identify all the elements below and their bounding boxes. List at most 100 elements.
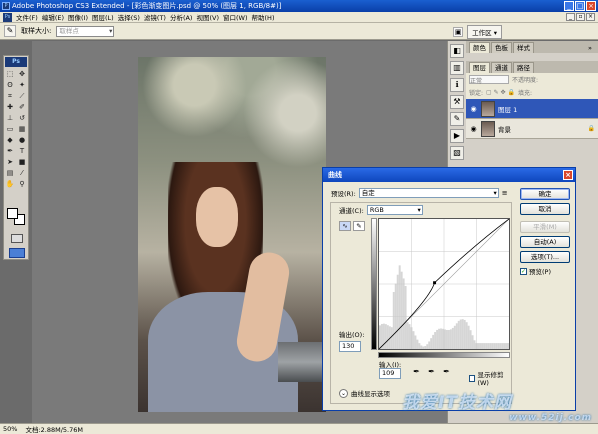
white-point-eyedropper-icon[interactable]: ✒: [441, 366, 452, 377]
layer-row-background[interactable]: ◉ 背景 🔒: [466, 119, 598, 139]
watermark-url: www.52ij.com: [509, 413, 592, 423]
menu-image[interactable]: 图像(I): [68, 12, 88, 22]
move-tool-icon[interactable]: ✥: [17, 69, 28, 79]
tab-color[interactable]: 颜色: [469, 42, 490, 53]
preview-toggle[interactable]: ✓ 预览(P): [520, 266, 570, 276]
menu-filter[interactable]: 滤镜(T): [144, 12, 166, 22]
auto-button[interactable]: 自动(A): [520, 236, 570, 248]
dialog-close-button[interactable]: ×: [563, 170, 573, 180]
shape-tool-icon[interactable]: ■: [17, 157, 28, 167]
gray-point-eyedropper-icon[interactable]: ✒: [426, 366, 437, 377]
menu-select[interactable]: 选择(S): [118, 12, 140, 22]
notes-tool-icon[interactable]: ▤: [5, 168, 16, 178]
preview-checkbox[interactable]: ✓: [520, 267, 527, 275]
foreground-color-swatch[interactable]: [7, 208, 18, 219]
smooth-button[interactable]: 平滑(M): [520, 221, 570, 233]
magic-wand-tool-icon[interactable]: ✦: [17, 80, 28, 90]
output-field[interactable]: 130: [339, 341, 361, 352]
menu-help[interactable]: 帮助(H): [252, 12, 275, 22]
brushes-icon[interactable]: ✎: [450, 112, 464, 126]
doc-close-button[interactable]: ×: [586, 13, 595, 21]
curve-control-point[interactable]: [433, 281, 437, 285]
menu-view[interactable]: 视图(V): [196, 12, 219, 22]
workspace-area: ▣ 工作区 ▾: [453, 25, 502, 39]
history-brush-icon[interactable]: ↺: [17, 113, 28, 123]
black-point-eyedropper-icon[interactable]: ✒: [411, 366, 422, 377]
photoshop-icon: P: [2, 2, 10, 10]
type-tool-icon[interactable]: T: [17, 146, 28, 156]
input-field[interactable]: 109: [379, 368, 401, 379]
layer-comps-icon[interactable]: ▧: [450, 146, 464, 160]
clone-stamp-icon[interactable]: ⊥: [5, 113, 16, 123]
slice-tool-icon[interactable]: ⟋: [17, 91, 28, 101]
output-gradient-bar: [371, 218, 377, 350]
curve-graph[interactable]: [378, 218, 510, 350]
canvas-photo[interactable]: [138, 57, 326, 412]
curve-display-options[interactable]: ⌄ 曲线显示选项: [339, 388, 390, 398]
histogram-bar: [436, 329, 439, 349]
info-icon[interactable]: ℹ: [450, 78, 464, 92]
workspace-button[interactable]: 工作区 ▾: [467, 25, 502, 39]
dodge-tool-icon[interactable]: ●: [17, 135, 28, 145]
options-button[interactable]: 选项(T)...: [520, 251, 570, 263]
brush-tool-icon[interactable]: ✐: [17, 102, 28, 112]
layer-row-layer1[interactable]: ◉ 图层 1: [466, 99, 598, 119]
histogram-icon[interactable]: ▥: [450, 61, 464, 75]
ps-menu-icon[interactable]: Ps: [3, 12, 12, 22]
minimize-button[interactable]: _: [564, 1, 574, 11]
tab-swatches[interactable]: 色板: [491, 42, 512, 53]
eye-icon[interactable]: ◉: [469, 105, 478, 113]
gradient-tool-icon[interactable]: ▦: [17, 124, 28, 134]
pen-tool-icon[interactable]: ✒: [5, 146, 16, 156]
histogram-bar: [414, 335, 417, 349]
screen-mode-icon[interactable]: [9, 248, 25, 258]
curve-point-tool-icon[interactable]: ∿: [339, 221, 351, 231]
hand-tool-icon[interactable]: ✋: [5, 179, 16, 189]
path-selection-icon[interactable]: ➤: [5, 157, 16, 167]
eye-icon[interactable]: ◉: [469, 125, 478, 133]
zoom-level[interactable]: 50%: [3, 425, 17, 433]
menu-window[interactable]: 窗口(W): [223, 12, 248, 22]
curve-pencil-tool-icon[interactable]: ✎: [353, 221, 365, 231]
tab-paths[interactable]: 路径: [513, 62, 534, 73]
expand-chevron-icon[interactable]: ⌄: [339, 388, 348, 398]
menu-layer[interactable]: 图层(L): [92, 12, 114, 22]
tab-layers[interactable]: 图层: [469, 62, 490, 73]
lasso-tool-icon[interactable]: ʘ: [5, 80, 16, 90]
actions-icon[interactable]: ▶: [450, 129, 464, 143]
maximize-button[interactable]: □: [575, 1, 585, 11]
blur-tool-icon[interactable]: ◆: [5, 135, 16, 145]
menu-file[interactable]: 文件(F): [16, 12, 38, 22]
eyedropper-icon[interactable]: ⁄: [17, 168, 28, 178]
panel-collapse-icon[interactable]: »: [585, 43, 595, 53]
channel-select[interactable]: RGB: [366, 205, 423, 215]
navigator-icon[interactable]: ◧: [450, 44, 464, 58]
lock-icons[interactable]: ▢ ✎ ✥ 🔒: [486, 89, 515, 96]
histogram-bar: [469, 330, 472, 349]
histogram-bar: [400, 271, 403, 349]
close-button[interactable]: ×: [586, 1, 596, 11]
marquee-tool-icon[interactable]: ⬚: [5, 69, 16, 79]
sample-size-select[interactable]: 取样点: [56, 25, 115, 37]
cancel-button[interactable]: 取消: [520, 203, 570, 215]
ok-button[interactable]: 确定: [520, 188, 570, 200]
show-clipping[interactable]: 显示修剪(W): [469, 369, 511, 387]
tools-preset-icon[interactable]: ⚒: [450, 95, 464, 109]
tab-styles[interactable]: 样式: [513, 42, 534, 53]
eyedropper-tool-icon[interactable]: ✎: [4, 25, 16, 37]
tab-channels[interactable]: 通道: [491, 62, 512, 73]
doc-restore-button[interactable]: ▫: [576, 13, 585, 21]
crop-tool-icon[interactable]: ⌗: [5, 91, 16, 101]
healing-brush-icon[interactable]: ✚: [5, 102, 16, 112]
menu-analysis[interactable]: 分析(A): [170, 12, 193, 22]
zoom-tool-icon[interactable]: ⚲: [17, 179, 28, 189]
dock-toggle-icon[interactable]: ▣: [453, 27, 464, 37]
eraser-tool-icon[interactable]: ▭: [5, 124, 16, 134]
menu-edit[interactable]: 编辑(E): [42, 12, 64, 22]
doc-minimize-button[interactable]: _: [566, 13, 575, 21]
blend-mode-select[interactable]: 正常: [469, 75, 509, 85]
preset-select[interactable]: 自定: [358, 188, 499, 198]
show-clipping-checkbox[interactable]: [469, 374, 476, 382]
preset-options-icon[interactable]: ≡: [502, 189, 508, 197]
quick-mask-icon[interactable]: [11, 234, 23, 243]
